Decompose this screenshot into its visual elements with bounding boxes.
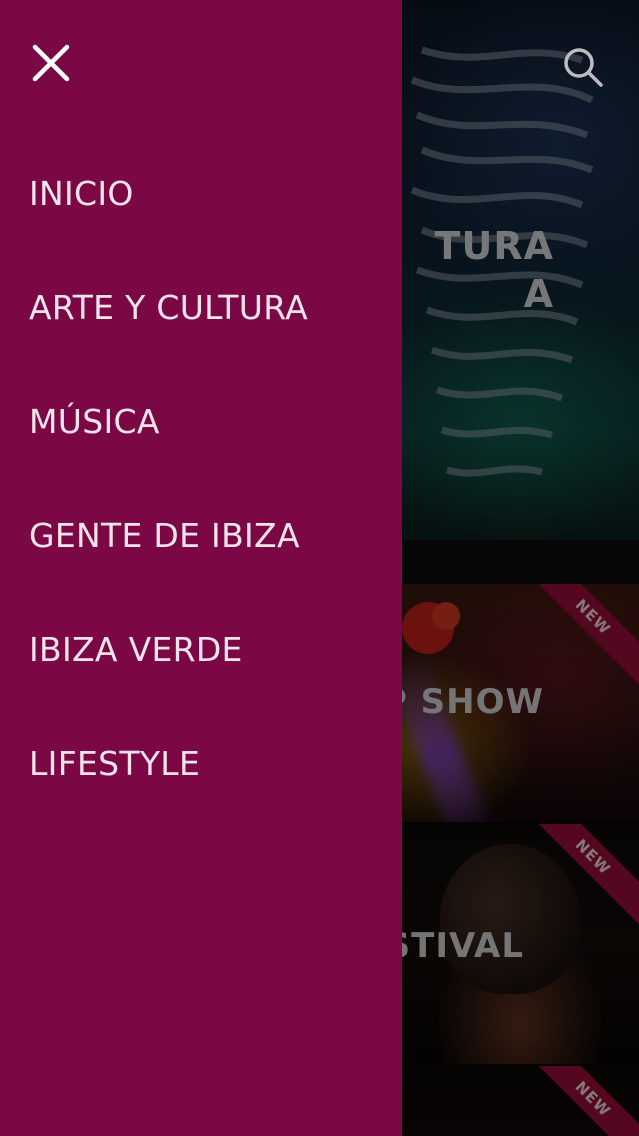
nav-menu: INICIO ARTE Y CULTURA MÚSICA GENTE DE IB… (0, 140, 402, 824)
search-icon (564, 48, 603, 87)
nav-item-label: MÚSICA (29, 402, 160, 441)
close-icon (32, 44, 70, 82)
navigation-drawer: INICIO ARTE Y CULTURA MÚSICA GENTE DE IB… (0, 0, 402, 1136)
nav-item-label: INICIO (29, 174, 134, 213)
close-menu-button[interactable] (24, 36, 78, 90)
nav-item-gente-de-ibiza[interactable]: GENTE DE IBIZA (0, 482, 402, 596)
nav-item-ibiza-verde[interactable]: IBIZA VERDE (0, 596, 402, 710)
search-button[interactable] (556, 40, 610, 94)
nav-item-lifestyle[interactable]: LIFESTYLE (0, 710, 402, 824)
nav-item-label: IBIZA VERDE (29, 630, 243, 669)
nav-item-label: ARTE Y CULTURA (29, 288, 308, 327)
nav-item-label: GENTE DE IBIZA (29, 516, 300, 555)
nav-item-label: LIFESTYLE (29, 744, 201, 783)
nav-item-arte-y-cultura[interactable]: ARTE Y CULTURA (0, 254, 402, 368)
nav-item-musica[interactable]: MÚSICA (0, 368, 402, 482)
nav-item-inicio[interactable]: INICIO (0, 140, 402, 254)
app-screen: TURA A P SHOW NEW STIVAL NEW NEW INICIO … (0, 0, 639, 1136)
